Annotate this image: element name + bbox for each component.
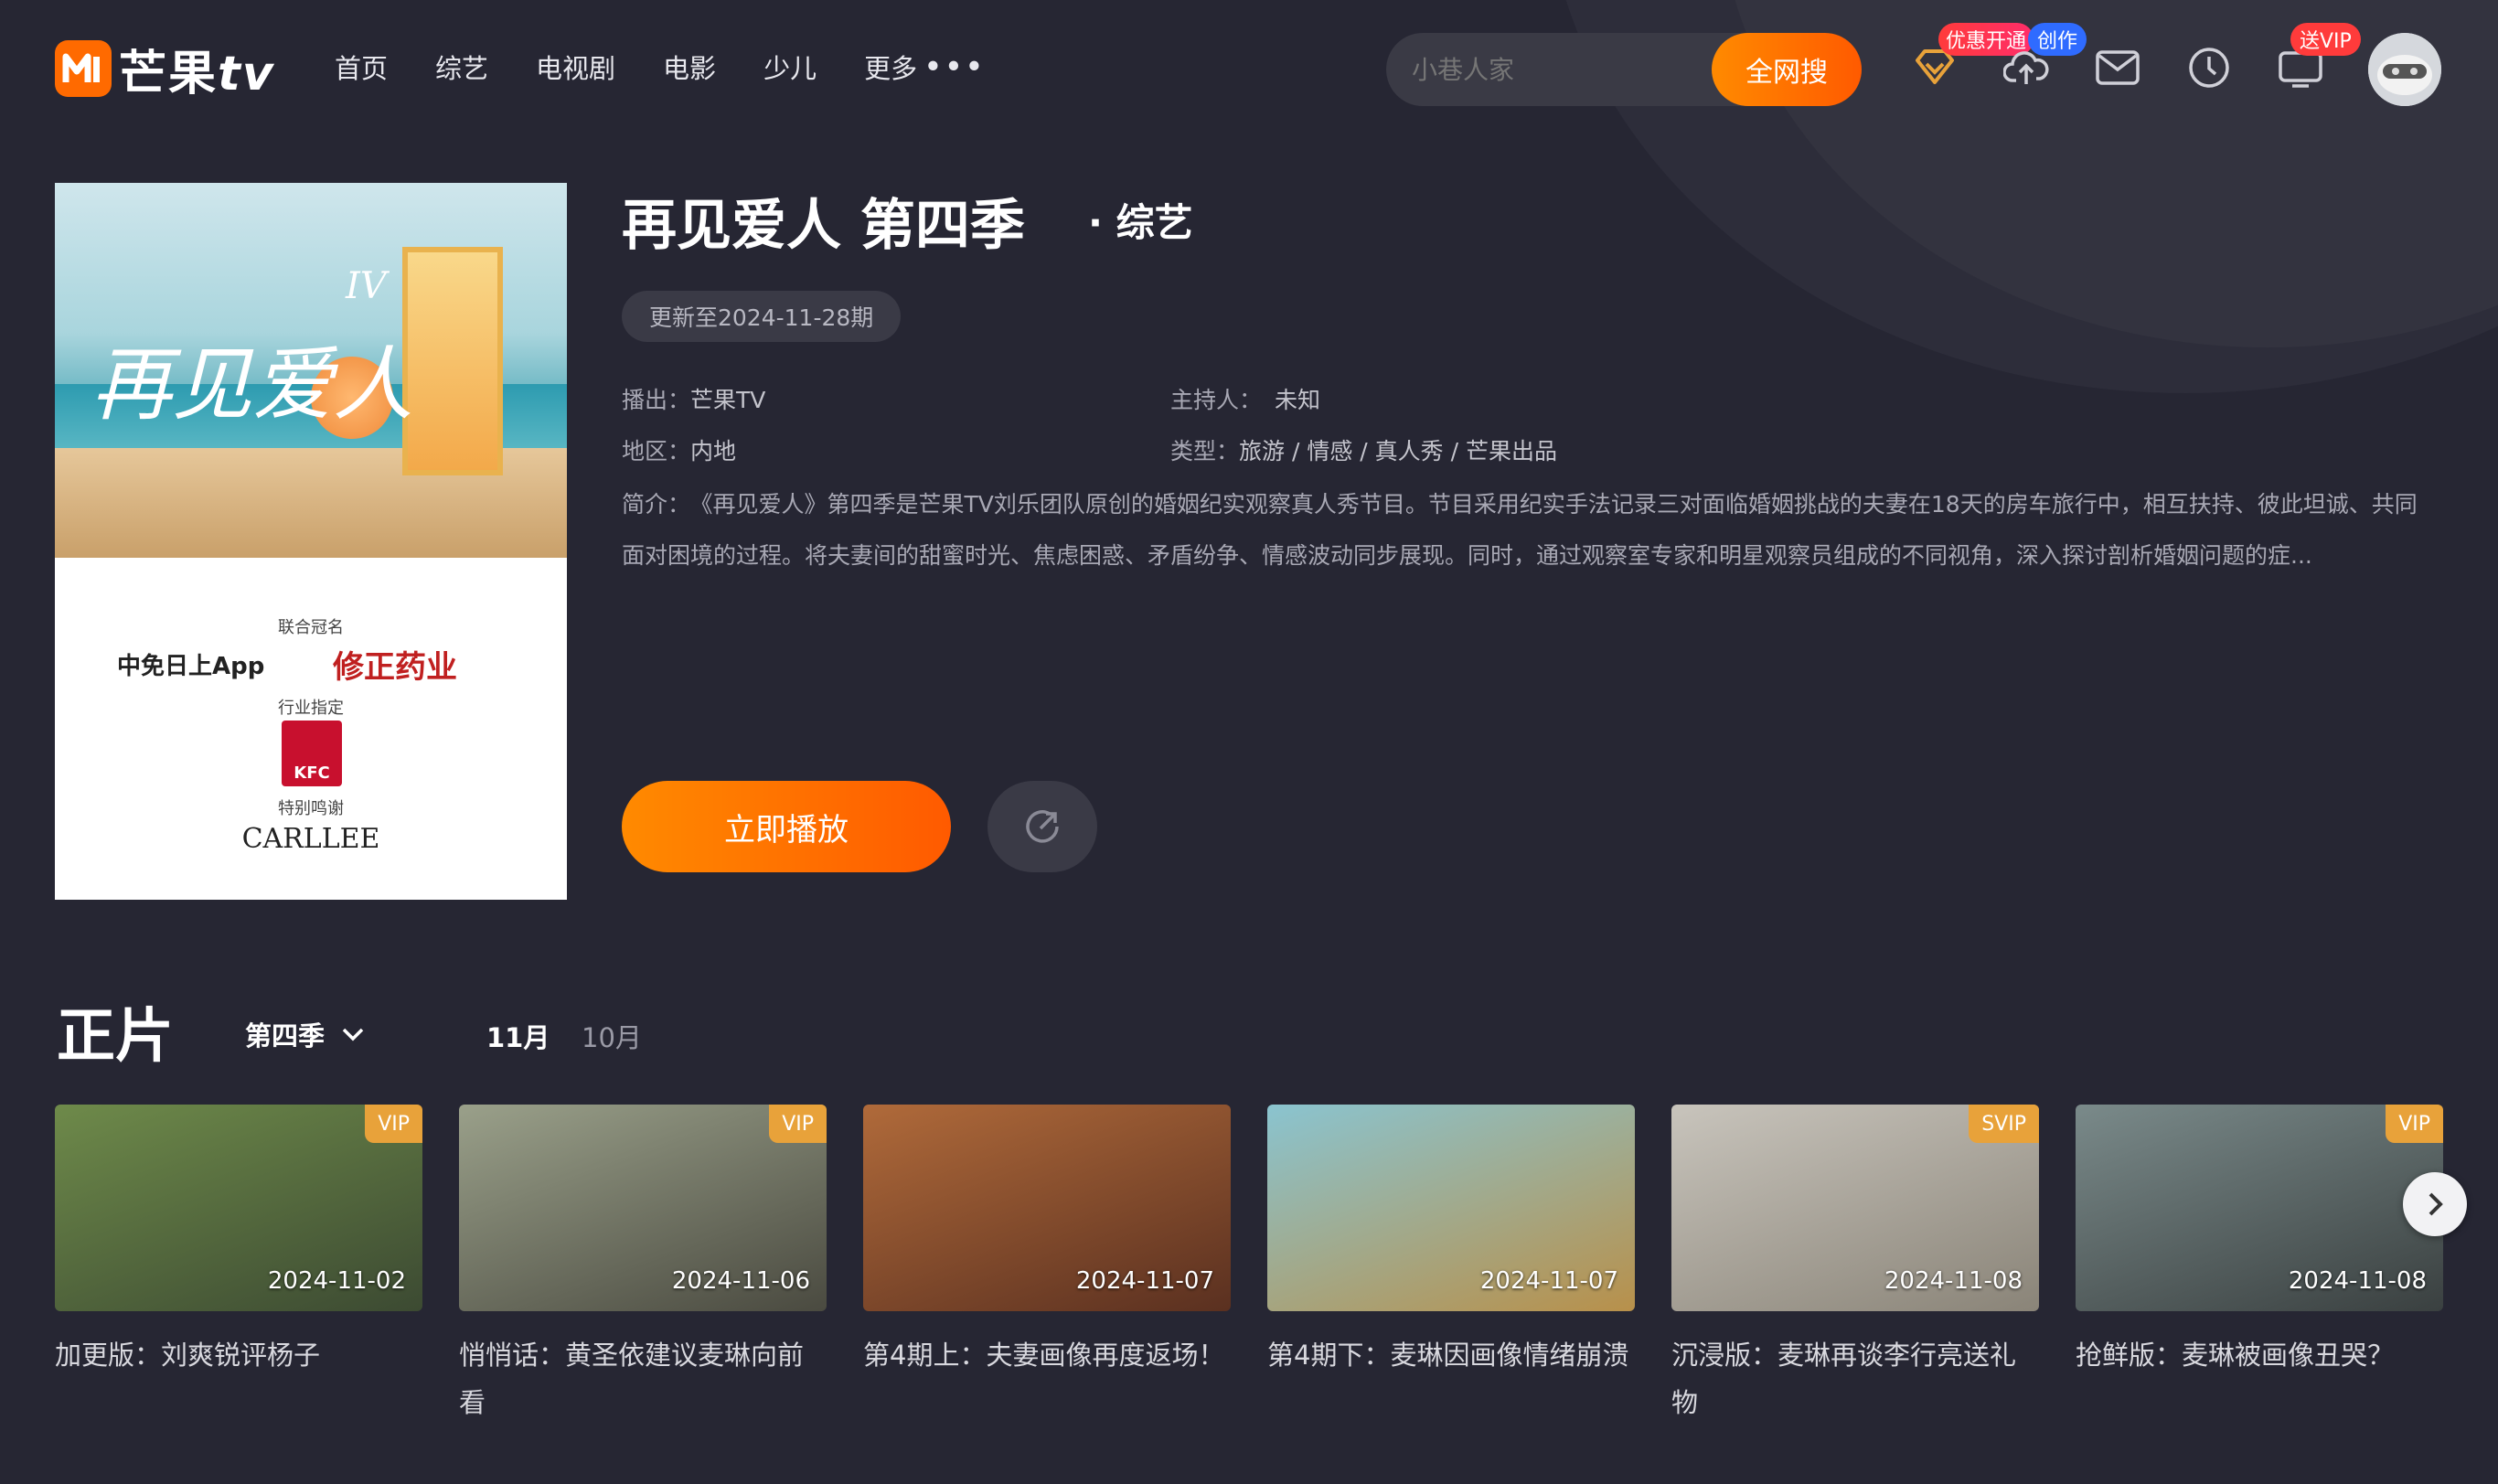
industry-heading: 行业指定 xyxy=(278,699,344,718)
broadcast-value: 芒果TV xyxy=(690,387,766,413)
poster-door xyxy=(402,247,503,475)
search-box: 全网搜 xyxy=(1386,33,1862,106)
show-title: 再见爱人 第四季 xyxy=(622,194,1025,258)
poster-artwork: 再见爱人 IV xyxy=(55,183,567,558)
mail-icon[interactable] xyxy=(2090,40,2145,95)
episode-thumbnail[interactable]: VIP 2024-11-02 xyxy=(55,1105,422,1311)
vip-badge: VIP xyxy=(769,1105,827,1143)
episode-thumbnail[interactable]: VIP 2024-11-06 xyxy=(459,1105,827,1311)
logo-icon xyxy=(55,40,112,97)
episode-thumbnail[interactable]: VIP 2024-11-08 xyxy=(2076,1105,2443,1311)
type-label: 类型： xyxy=(1170,438,1240,464)
history-clock-icon[interactable] xyxy=(2182,40,2236,95)
logo-text: 芒果tv xyxy=(119,46,275,101)
sponsor-logo-1: 中免日上App xyxy=(117,653,265,680)
episode-card[interactable]: 2024-11-07 第4期上：夫妻画像再度返场！ xyxy=(863,1105,1231,1379)
episode-title[interactable]: 加更版：刘爽锐评杨子 xyxy=(55,1331,422,1379)
next-page-button[interactable] xyxy=(2403,1172,2467,1236)
more-dots-icon: ••• xyxy=(924,51,987,82)
description-text: 《再见爱人》第四季是芒果TV刘乐团队原创的婚姻纪实观察真人秀节目。节目采用纪实手… xyxy=(622,491,2418,569)
broadcast-info: 播出：芒果TV xyxy=(622,382,765,415)
episode-card[interactable]: 2024-11-07 第4期下：麦琳因画像情绪崩溃 xyxy=(1267,1105,1635,1379)
nav-item-kids[interactable]: 少儿 xyxy=(763,48,817,86)
show-genre[interactable]: · 综艺 xyxy=(1088,192,1193,248)
play-now-button[interactable]: 立即播放 xyxy=(622,781,951,872)
sponsor-heading: 联合冠名 xyxy=(278,618,344,637)
vip-badge: VIP xyxy=(365,1105,422,1143)
poster-title-art: 再见爱人 xyxy=(91,337,414,432)
share-button[interactable] xyxy=(987,781,1097,872)
chevron-right-icon xyxy=(2429,1192,2443,1216)
host-label: 主持人： xyxy=(1170,387,1263,413)
episode-thumbnail[interactable]: SVIP 2024-11-08 xyxy=(1671,1105,2039,1311)
search-input[interactable] xyxy=(1412,49,1713,90)
episode-date: 2024-11-07 xyxy=(1479,1267,1618,1295)
show-poster[interactable]: 再见爱人 IV 联合冠名 中免日上App 修正药业 行业指定 KFC 特别鸣谢 … xyxy=(55,183,567,900)
episode-card[interactable]: VIP 2024-11-08 抢鲜版：麦琳被画像丑哭？ xyxy=(2076,1105,2443,1379)
carllee-logo: CARLLEE xyxy=(241,823,380,855)
type-info: 类型：旅游 / 情感 / 真人秀 / 芒果出品 xyxy=(1170,433,1557,466)
episode-card[interactable]: VIP 2024-11-06 悄悄话：黄圣依建议麦琳向前看 xyxy=(459,1105,827,1426)
region-value: 内地 xyxy=(690,438,737,464)
type-value[interactable]: 旅游 / 情感 / 真人秀 / 芒果出品 xyxy=(1239,438,1557,464)
gift-vip-badge[interactable]: 送VIP xyxy=(2290,23,2361,56)
poster-sponsors: 联合冠名 中免日上App 修正药业 行业指定 KFC 特别鸣谢 CARLLEE xyxy=(55,558,567,900)
nav-item-more[interactable]: 更多 ••• xyxy=(864,48,987,86)
thanks-heading: 特别鸣谢 xyxy=(278,799,344,818)
episode-date: 2024-11-02 xyxy=(267,1267,406,1295)
nav-item-variety[interactable]: 综艺 xyxy=(435,48,488,86)
top-header: 芒果tv 首页 综艺 电视剧 电影 少儿 更多••• 全网搜 优惠开通 创作 xyxy=(0,0,2498,137)
season-label: 第四季 xyxy=(245,1020,326,1052)
nav-item-home[interactable]: 首页 xyxy=(335,48,388,86)
episode-title[interactable]: 第4期下：麦琳因画像情绪崩溃 xyxy=(1267,1331,1635,1379)
page: 芒果tv 首页 综艺 电视剧 电影 少儿 更多••• 全网搜 优惠开通 创作 xyxy=(0,0,2498,1484)
episode-title[interactable]: 抢鲜版：麦琳被画像丑哭？ xyxy=(2076,1331,2443,1379)
kfc-logo: KFC xyxy=(282,721,342,786)
mango-tv-logo[interactable]: 芒果tv xyxy=(55,37,275,101)
update-status-tag: 更新至2024-11-28期 xyxy=(622,291,902,342)
show-description: 简介： 《再见爱人》第四季是芒果TV刘乐团队原创的婚姻纪实观察真人秀节目。节目采用… xyxy=(622,479,2432,582)
episode-card[interactable]: SVIP 2024-11-08 沉浸版：麦琳再谈李行亮送礼物 xyxy=(1671,1105,2039,1426)
description-label: 简介： xyxy=(622,491,691,518)
region-label: 地区： xyxy=(622,438,691,464)
month-tab-nov[interactable]: 11月 xyxy=(486,1017,550,1055)
share-icon xyxy=(1026,810,1059,843)
episode-title[interactable]: 沉浸版：麦琳再谈李行亮送礼物 xyxy=(1671,1331,2039,1426)
episode-date: 2024-11-08 xyxy=(2288,1267,2427,1295)
vip-badge: SVIP xyxy=(1969,1105,2039,1143)
episode-date: 2024-11-07 xyxy=(1075,1267,1214,1295)
user-avatar[interactable] xyxy=(2368,33,2441,106)
host-value: 未知 xyxy=(1275,387,1321,413)
month-tab-oct[interactable]: 10月 xyxy=(582,1017,642,1055)
poster-season-mark: IV xyxy=(346,265,387,307)
episode-thumbnail[interactable]: 2024-11-07 xyxy=(863,1105,1231,1311)
episode-thumbnail[interactable]: 2024-11-07 xyxy=(1267,1105,1635,1311)
nav-item-tv-series[interactable]: 电视剧 xyxy=(536,48,615,86)
region-info: 地区：内地 xyxy=(622,433,736,466)
vip-badge: VIP xyxy=(2386,1105,2443,1143)
broadcast-label: 播出： xyxy=(622,387,691,413)
episode-date: 2024-11-08 xyxy=(1884,1267,2023,1295)
episode-date: 2024-11-06 xyxy=(671,1267,810,1295)
episode-card[interactable]: VIP 2024-11-02 加更版：刘爽锐评杨子 xyxy=(55,1105,422,1379)
host-info: 主持人： 未知 xyxy=(1170,382,1320,415)
episode-title[interactable]: 悄悄话：黄圣依建议麦琳向前看 xyxy=(459,1331,827,1426)
episode-title[interactable]: 第4期上：夫妻画像再度返场！ xyxy=(863,1331,1231,1379)
sponsor-logo-2: 修正药业 xyxy=(333,649,457,686)
upload-cloud-icon[interactable] xyxy=(1999,40,2054,95)
main-nav: 首页 综艺 电视剧 电影 少儿 更多 ••• xyxy=(335,48,1034,86)
season-selector[interactable]: 第四季 xyxy=(245,1015,365,1053)
section-title: 正片 xyxy=(57,1003,174,1071)
search-button[interactable]: 全网搜 xyxy=(1712,33,1862,106)
nav-item-movies[interactable]: 电影 xyxy=(663,48,716,86)
chevron-down-icon xyxy=(342,1028,364,1041)
